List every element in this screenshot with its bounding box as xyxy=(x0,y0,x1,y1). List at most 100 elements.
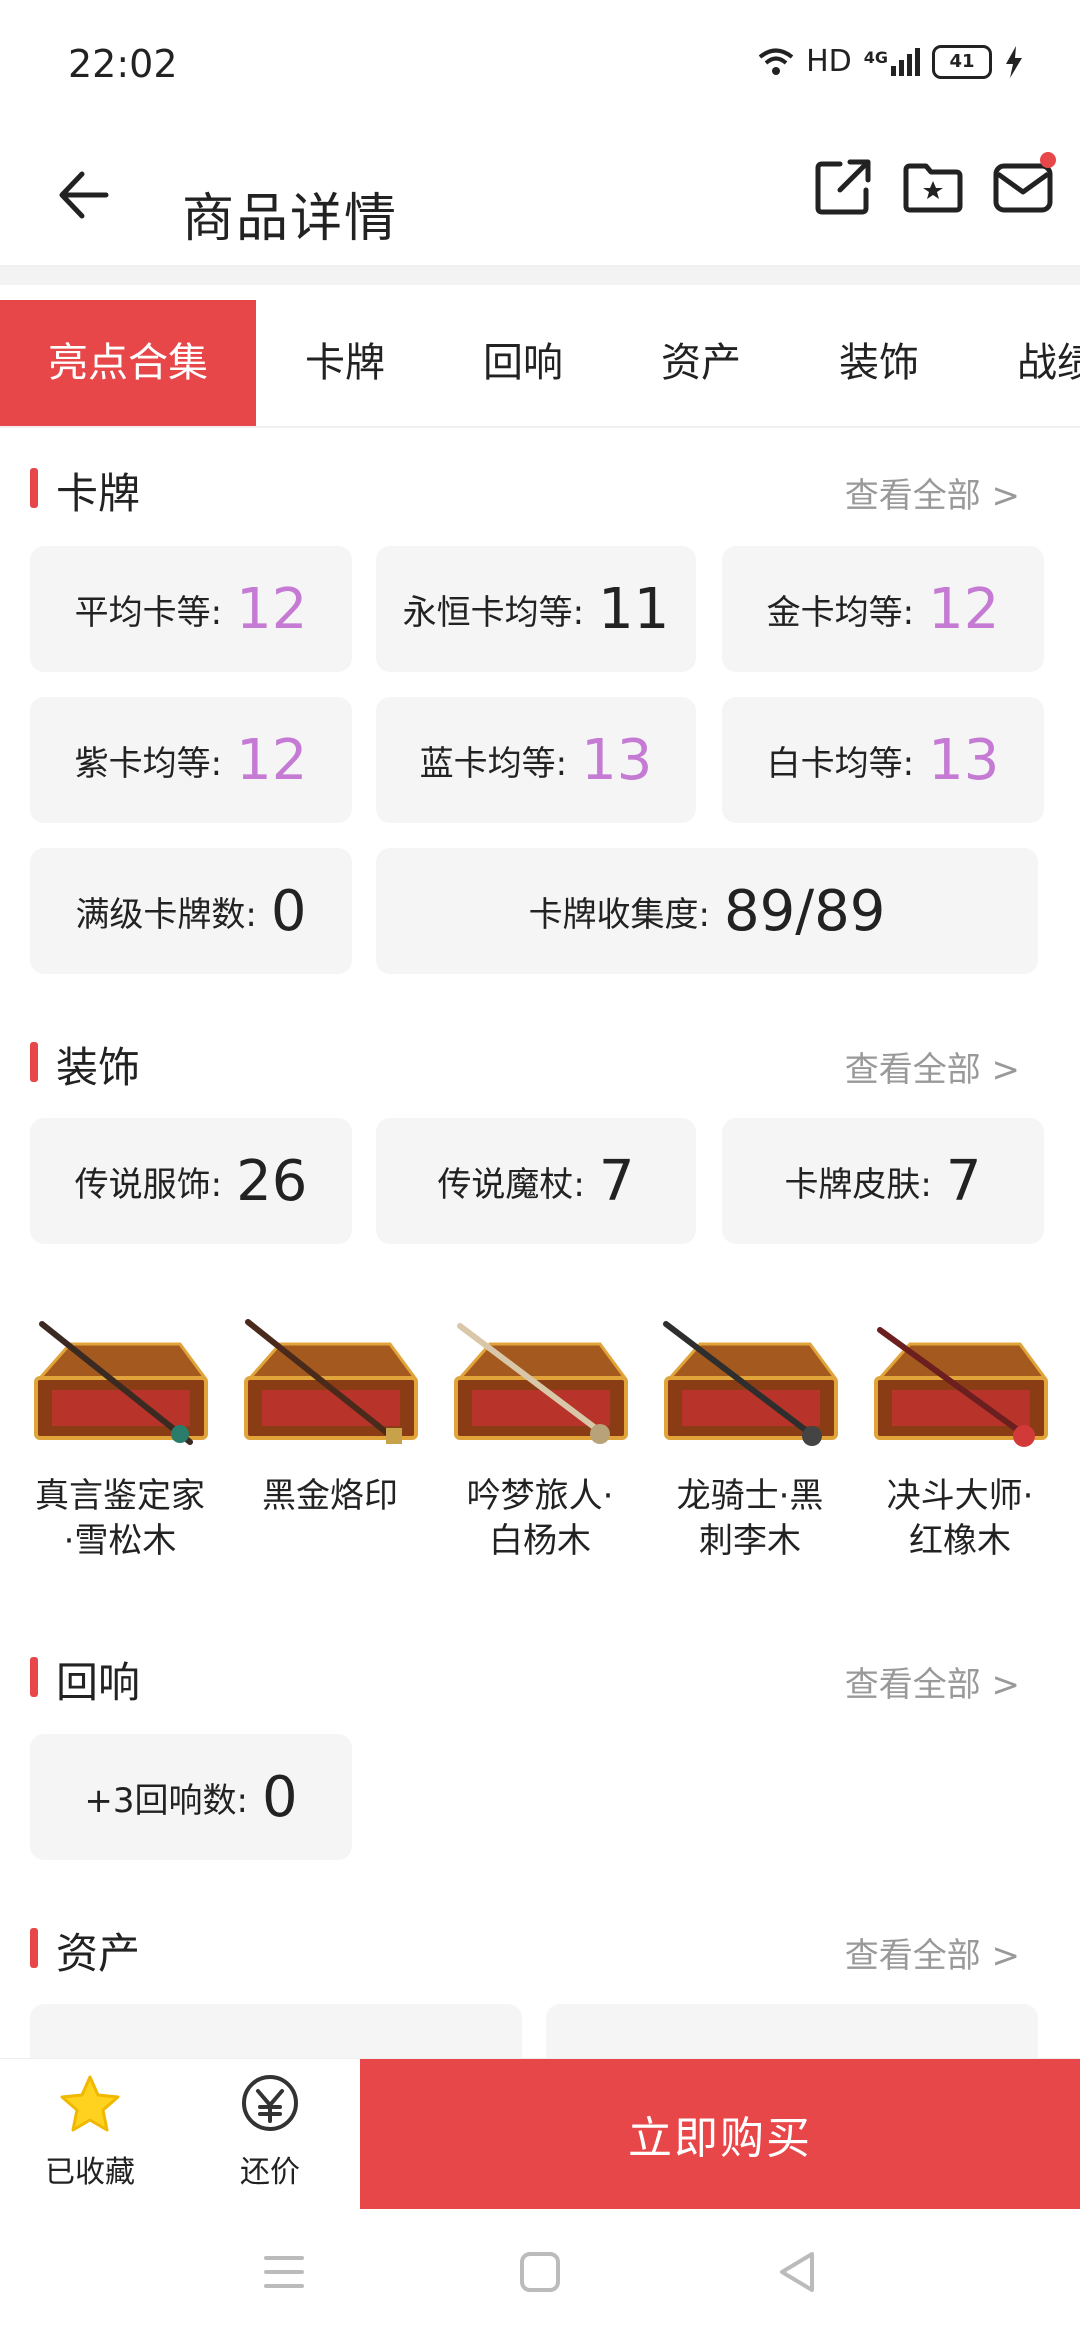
stat-card: 卡牌皮肤: 7 xyxy=(722,1118,1044,1244)
stat-label: 白卡均等: xyxy=(766,743,915,784)
section-accent-bar xyxy=(30,468,38,508)
section-title: 资产 xyxy=(56,1929,141,1978)
stat-value: 7 xyxy=(598,1148,635,1214)
stat-value: 26 xyxy=(236,1148,308,1214)
bargain-button[interactable]: 还价 xyxy=(190,2073,350,2191)
star-icon xyxy=(60,2075,120,2132)
section-title: 装饰 xyxy=(56,1043,141,1092)
header-divider xyxy=(0,267,1080,285)
stat-card: 白卡均等: 13 xyxy=(722,697,1044,823)
unread-dot xyxy=(1040,152,1056,168)
section-accent-bar xyxy=(30,1657,38,1697)
wand-item[interactable]: 决斗大师· 红橡木 xyxy=(870,1318,1050,1564)
view-all-link[interactable]: 查看全部 > xyxy=(845,468,1020,517)
stat-value: 12 xyxy=(236,727,308,793)
section-accent-bar xyxy=(30,1928,38,1968)
stat-label: 传说服饰: xyxy=(74,1164,223,1205)
stat-card: 平均卡等: 12 xyxy=(30,546,352,672)
stat-label: 平均卡等: xyxy=(74,592,223,633)
network-label: HD xyxy=(806,44,852,79)
tab-records[interactable]: 战绩 xyxy=(968,300,1080,426)
wand-name: 决斗大师· 红橡木 xyxy=(886,1476,1034,1561)
wand-image xyxy=(244,1319,418,1444)
view-all-link[interactable]: 查看全部 > xyxy=(845,1657,1020,1706)
tab-echo[interactable]: 回响 xyxy=(434,300,612,426)
stat-value: 7 xyxy=(945,1148,982,1214)
stat-card: 金卡均等: 12 xyxy=(722,546,1044,672)
stat-value: 13 xyxy=(581,727,653,793)
stat-card: +3回响数: 0 xyxy=(30,1734,352,1860)
section-title: 回响 xyxy=(56,1658,141,1707)
tab-highlights[interactable]: 亮点合集 xyxy=(0,300,256,426)
favorite-folder-icon[interactable] xyxy=(898,152,968,222)
wand-item[interactable]: 真言鉴定家 ·雪松木 xyxy=(30,1318,210,1564)
stat-value: 89/89 xyxy=(724,878,886,944)
share-icon[interactable] xyxy=(808,152,878,222)
view-all-link[interactable]: 查看全部 > xyxy=(845,1042,1020,1091)
stat-value: 0 xyxy=(261,1764,298,1830)
stat-label: 满级卡牌数: xyxy=(75,894,257,935)
wand-name: 真言鉴定家 ·雪松木 xyxy=(35,1476,205,1561)
wand-item[interactable]: 黑金烙印 xyxy=(240,1318,420,1519)
section-header-assets: 资产 查看全部 > xyxy=(0,1912,1080,1982)
wand-image xyxy=(34,1321,208,1445)
stat-label: +3回响数: xyxy=(84,1780,248,1821)
stat-label: 传说魔杖: xyxy=(437,1164,585,1205)
stat-card: 满级卡牌数: 0 xyxy=(30,848,352,974)
stat-card: 紫卡均等: 12 xyxy=(30,697,352,823)
tab-assets[interactable]: 资产 xyxy=(612,300,790,426)
home-icon[interactable] xyxy=(518,2250,562,2294)
favorite-label: 已收藏 xyxy=(45,2155,135,2190)
app-header: 商品详情 xyxy=(0,130,1080,267)
section-tabs: 亮点合集 卡牌 回响 资产 装饰 战绩 xyxy=(0,300,1080,428)
back-nav-icon[interactable] xyxy=(774,2248,818,2296)
menu-icon[interactable] xyxy=(262,2252,306,2292)
bargain-label: 还价 xyxy=(240,2155,300,2190)
section-header-cards: 卡牌 查看全部 > xyxy=(0,452,1080,522)
stat-card: 传说服饰: 26 xyxy=(30,1118,352,1244)
wand-image xyxy=(874,1327,1048,1447)
wand-name: 吟梦旅人· 白杨木 xyxy=(466,1476,614,1561)
system-nav-bar xyxy=(0,2210,1080,2340)
tab-cards[interactable]: 卡牌 xyxy=(256,300,434,426)
stat-label: 卡牌皮肤: xyxy=(784,1164,932,1205)
stat-value: 13 xyxy=(928,727,1000,793)
status-time: 22:02 xyxy=(68,42,178,86)
wand-tip xyxy=(171,1425,189,1443)
page-title: 商品详情 xyxy=(182,189,399,249)
stat-card: 传说魔杖: 7 xyxy=(376,1118,696,1244)
back-arrow-icon[interactable] xyxy=(52,160,122,230)
section-header-echo: 回响 查看全部 > xyxy=(0,1641,1080,1711)
wand-image xyxy=(454,1323,628,1444)
section-accent-bar xyxy=(30,1042,38,1082)
stat-card: 永恒卡均等: 11 xyxy=(376,546,696,672)
wand-name: 龙骑士·黑 刺李木 xyxy=(676,1476,824,1561)
wand-item[interactable]: 龙骑士·黑 刺李木 xyxy=(660,1318,840,1564)
wand-tip xyxy=(1013,1425,1035,1447)
stat-label: 蓝卡均等: xyxy=(419,743,568,784)
tab-decor[interactable]: 装饰 xyxy=(790,300,968,426)
charging-icon xyxy=(1006,45,1022,78)
stat-label: 紫卡均等: xyxy=(74,743,223,784)
wand-item[interactable]: 吟梦旅人· 白杨木 xyxy=(450,1318,630,1564)
battery-icon: 41 xyxy=(932,44,992,79)
yuan-icon xyxy=(242,2075,298,2131)
stat-label: 永恒卡均等: xyxy=(402,592,585,633)
view-all-link[interactable]: 查看全部 > xyxy=(845,1928,1020,1977)
stat-value: 0 xyxy=(270,878,307,944)
status-icons: HD 4G 41 xyxy=(758,44,1024,79)
stat-label: 金卡均等: xyxy=(766,592,915,633)
wand-tip xyxy=(802,1426,822,1446)
stat-value: 11 xyxy=(598,576,670,642)
stat-card: 卡牌收集度: 89/89 xyxy=(376,848,1038,974)
wifi-icon xyxy=(758,48,794,75)
message-button[interactable] xyxy=(988,152,1058,222)
stat-card: 蓝卡均等: 13 xyxy=(376,697,696,823)
wand-name: 黑金烙印 xyxy=(262,1476,398,1516)
stat-value: 12 xyxy=(928,576,1000,642)
buy-now-button[interactable]: 立即购买 xyxy=(360,2059,1080,2209)
stat-label: 卡牌收集度: xyxy=(528,894,711,935)
section-header-decor: 装饰 查看全部 > xyxy=(0,1026,1080,1096)
favorite-button[interactable]: 已收藏 xyxy=(10,2073,170,2191)
stat-value: 12 xyxy=(236,576,308,642)
